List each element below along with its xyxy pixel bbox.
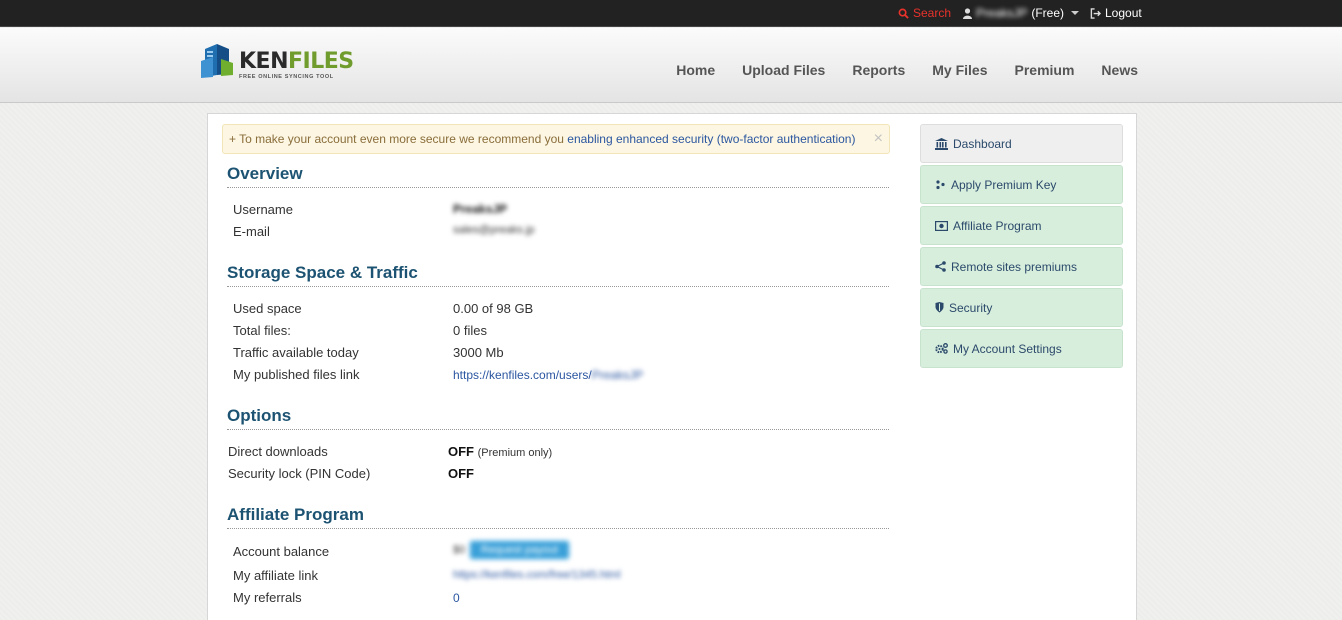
- affiliate-title: Affiliate Program: [227, 505, 889, 529]
- logout-label: Logout: [1105, 6, 1142, 20]
- nav-home[interactable]: Home: [676, 62, 715, 78]
- sidebar-item-my-account-settings[interactable]: My Account Settings: [920, 329, 1123, 368]
- top-bar: Search PreaksJP (Free) Logout: [0, 0, 1342, 27]
- sidebar-item-label: Security: [949, 300, 993, 315]
- premium-only-note: (Premium only): [477, 447, 553, 459]
- balance-amount: $0: [453, 544, 466, 556]
- direct-downloads-value: OFF (Premium only): [448, 444, 552, 459]
- direct-downloads-state: OFF: [448, 444, 474, 459]
- account-balance-label: Account balance: [233, 544, 330, 559]
- logo-tagline: FREE ONLINE SYNCING TOOL: [239, 74, 334, 80]
- money-icon: [935, 220, 948, 231]
- published-files-link[interactable]: https://kenfiles.com/users/PreaksJP: [453, 368, 643, 382]
- chevron-down-icon: [1071, 11, 1080, 15]
- share-icon: [935, 261, 946, 272]
- used-space-label: Used space: [233, 301, 302, 316]
- username-value: PreaksJP: [453, 202, 508, 216]
- alert-prefix: + To make your account even more secure …: [229, 132, 568, 146]
- security-lock-value: OFF: [448, 466, 474, 481]
- email-value: sales@preaks.jp: [453, 224, 535, 236]
- search-link[interactable]: Search: [898, 6, 951, 20]
- security-alert: + To make your account even more secure …: [222, 124, 890, 154]
- close-icon[interactable]: ×: [874, 130, 883, 148]
- nav-upload-files[interactable]: Upload Files: [742, 62, 825, 78]
- published-link-label: My published files link: [233, 367, 360, 382]
- logo-name-ken: KEN: [239, 49, 289, 74]
- main-nav: Home Upload Files Reports My Files Premi…: [676, 62, 1138, 78]
- published-link-user: PreaksJP: [591, 368, 644, 382]
- sidebar-item-label: Dashboard: [953, 136, 1012, 151]
- used-space-value: 0.00 of 98 GB: [453, 301, 534, 316]
- request-payout-button[interactable]: Request payout: [468, 540, 570, 560]
- sidebar-item-dashboard[interactable]: Dashboard: [920, 124, 1123, 163]
- search-icon: [898, 8, 909, 19]
- sidebar-item-apply-premium-key[interactable]: Apply Premium Key: [920, 165, 1123, 204]
- traffic-label: Traffic available today: [233, 345, 359, 360]
- topbar-username: PreaksJP: [976, 6, 1028, 20]
- account-balance-value: $0 Request payout: [453, 540, 570, 560]
- logout-link[interactable]: Logout: [1090, 6, 1142, 20]
- published-link-base: https://kenfiles.com/users/: [453, 368, 592, 382]
- total-files-label: Total files:: [233, 323, 291, 338]
- sidebar-item-label: My Account Settings: [953, 341, 1062, 356]
- sidebar-item-label: Remote sites premiums: [951, 259, 1078, 274]
- nav-premium[interactable]: Premium: [1015, 62, 1075, 78]
- overview-title: Overview: [227, 164, 889, 188]
- key-icon: [936, 180, 945, 190]
- two-factor-link[interactable]: (two-factor authentication): [713, 132, 856, 146]
- security-lock-label: Security lock (PIN Code): [228, 466, 371, 481]
- user-icon: [963, 7, 972, 19]
- traffic-value: 3000 Mb: [453, 345, 504, 360]
- logout-icon: [1090, 7, 1101, 19]
- sidebar-item-remote-sites-premiums[interactable]: Remote sites premiums: [920, 247, 1123, 286]
- referrals-value[interactable]: 0: [453, 591, 460, 605]
- storage-title: Storage Space & Traffic: [227, 263, 889, 287]
- nav-my-files[interactable]: My Files: [932, 62, 987, 78]
- search-label: Search: [913, 6, 952, 20]
- options-title: Options: [227, 406, 889, 430]
- affiliate-link-value[interactable]: https://kenfiles.com/free/1345.html: [453, 569, 621, 581]
- total-files-value: 0 files: [453, 323, 487, 338]
- logo-mark-icon: [199, 41, 235, 79]
- email-label: E-mail: [233, 224, 270, 239]
- referrals-label: My referrals: [233, 590, 302, 605]
- username-label: Username: [233, 202, 293, 217]
- nav-news[interactable]: News: [1101, 62, 1138, 78]
- user-menu[interactable]: PreaksJP (Free): [963, 6, 1080, 20]
- affiliate-link-label: My affiliate link: [233, 568, 319, 583]
- enable-security-link[interactable]: enabling enhanced security: [567, 132, 713, 146]
- direct-downloads-label: Direct downloads: [228, 444, 328, 459]
- site-header: KENFILES FREE ONLINE SYNCING TOOL Home U…: [0, 28, 1342, 103]
- gears-icon: [935, 343, 948, 354]
- sidebar-item-affiliate-program[interactable]: Affiliate Program: [920, 206, 1123, 245]
- logo-name-files: FILES: [288, 49, 354, 74]
- plan-label: (Free): [1031, 6, 1065, 20]
- nav-reports[interactable]: Reports: [852, 62, 905, 78]
- shield-icon: [935, 302, 944, 313]
- sidebar-item-security[interactable]: Security: [920, 288, 1123, 327]
- bank-icon: [935, 137, 948, 150]
- sidebar-item-label: Apply Premium Key: [951, 177, 1057, 192]
- kenfiles-logo[interactable]: KENFILES FREE ONLINE SYNCING TOOL: [199, 41, 354, 80]
- sidebar-item-label: Affiliate Program: [953, 218, 1042, 233]
